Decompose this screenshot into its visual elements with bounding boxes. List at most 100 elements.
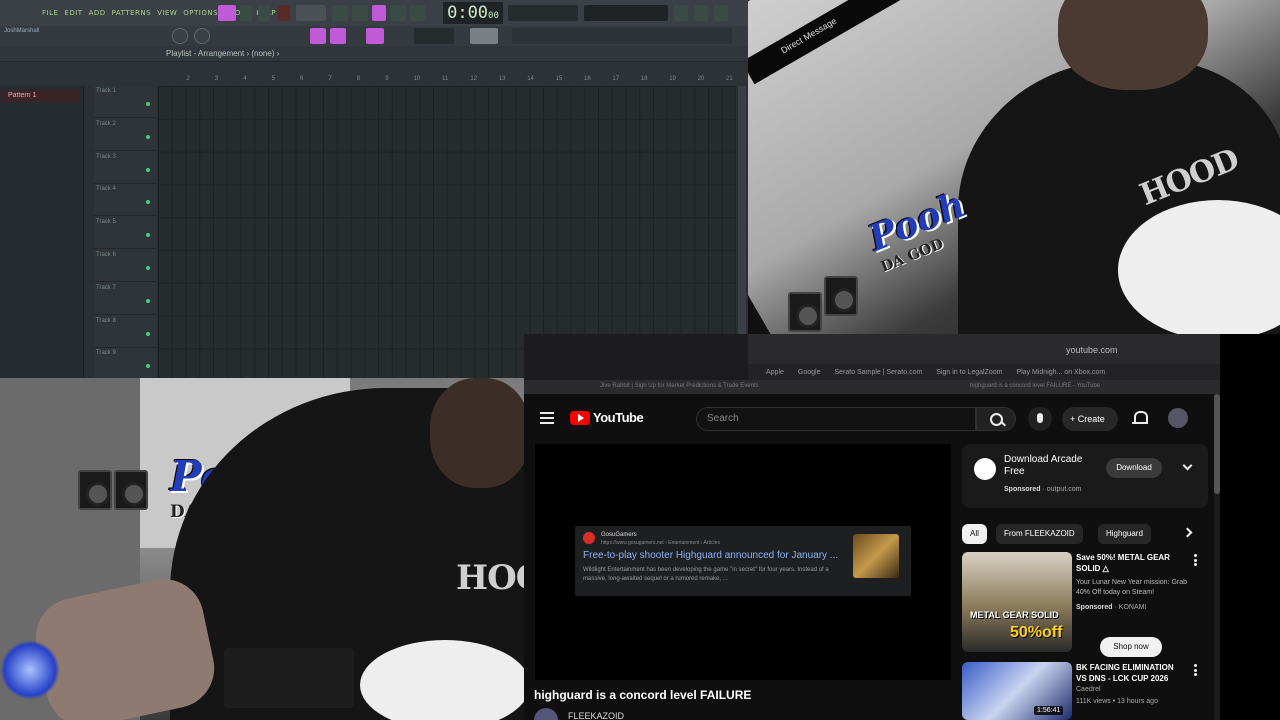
- record-button[interactable]: [278, 5, 290, 21]
- chevron-right-icon[interactable]: [1182, 527, 1193, 538]
- track-row[interactable]: Track 4: [94, 184, 156, 217]
- playlist-title: Playlist - Arrangement › (none) ›: [166, 49, 280, 58]
- search-input[interactable]: Search: [696, 407, 976, 431]
- page-scrollbar[interactable]: [1214, 394, 1220, 494]
- menu-file[interactable]: FILE: [42, 9, 58, 17]
- voice-search-icon[interactable]: [1028, 407, 1052, 431]
- rec-item-ad[interactable]: METAL GEAR SOLID 50%off Save 50%! METAL …: [962, 552, 1208, 657]
- bookmark-google[interactable]: Google: [798, 369, 821, 376]
- tempo-display[interactable]: [296, 5, 326, 21]
- menu-options[interactable]: OPTIONS: [183, 9, 218, 17]
- hamburger-menu-icon[interactable]: [540, 412, 554, 424]
- loop-record-icon[interactable]: [352, 5, 368, 21]
- track-led-icon[interactable]: [146, 102, 150, 106]
- slice-tool-icon[interactable]: [366, 28, 384, 44]
- timeline-ruler[interactable]: 2 3 4 5 6 7 8 9 10 11 12 13 14 15 16 17 18 19 20 21: [0, 62, 748, 86]
- rec-meta: 111K views • 13 hours ago: [1076, 698, 1158, 705]
- bookmark-serato[interactable]: Serato Sample | Serato.com: [834, 369, 922, 376]
- track-led-icon[interactable]: [146, 331, 150, 336]
- track-row[interactable]: Track 9: [94, 348, 156, 378]
- pattern-selector[interactable]: [414, 28, 454, 44]
- step-edit-icon[interactable]: [372, 5, 386, 21]
- track-led-icon[interactable]: [146, 298, 150, 303]
- refresh-icon[interactable]: [674, 5, 688, 21]
- menu-patterns[interactable]: PATTERNS: [112, 9, 151, 17]
- more-options-icon[interactable]: [1194, 554, 1197, 566]
- create-button[interactable]: + Create: [1062, 407, 1118, 431]
- track-row[interactable]: Track 7: [94, 283, 156, 315]
- ruler-number: 18: [640, 76, 648, 82]
- track-row[interactable]: Track 6: [94, 250, 156, 282]
- url-text[interactable]: youtube.com: [1066, 345, 1118, 355]
- track-row[interactable]: Track 3: [94, 152, 156, 184]
- thumb-title: METAL GEAR SOLID: [970, 610, 1059, 620]
- youtube-logo[interactable]: YouTube: [570, 410, 644, 425]
- tab-youtube[interactable]: highguard is a concord level FAILURE - Y…: [970, 383, 1100, 389]
- paint-tool-icon[interactable]: [330, 28, 346, 44]
- tab-jive-rabbit[interactable]: Jive Rabbit | Sign Up for Market Predict…: [600, 383, 759, 389]
- ruler-number: 5: [271, 76, 275, 82]
- pattern-item[interactable]: Pattern 1: [2, 90, 80, 102]
- track-led-icon[interactable]: [146, 364, 150, 369]
- search-icon[interactable]: [976, 407, 1016, 431]
- fl-toolbar: JoshMarshall: [0, 26, 748, 46]
- browser-window: youtube.com Apple Google Serato Sample |…: [524, 334, 1220, 720]
- chevron-down-icon[interactable]: [1182, 460, 1193, 471]
- track-led-icon[interactable]: [146, 266, 150, 270]
- track-row[interactable]: Track 8: [94, 316, 156, 348]
- ruler-number: 12: [470, 76, 478, 82]
- address-bar[interactable]: youtube.com: [748, 334, 1220, 364]
- snap-selector[interactable]: [470, 28, 498, 44]
- plate: [360, 640, 524, 720]
- track-label: Track 2: [96, 120, 116, 127]
- blend-notes-icon[interactable]: [390, 5, 406, 21]
- ruler-number: 2: [186, 76, 190, 82]
- master-volume-knob[interactable]: [172, 28, 188, 44]
- track-row[interactable]: Track 2: [94, 119, 156, 151]
- master-pitch-knob[interactable]: [194, 28, 210, 44]
- track-led-icon[interactable]: [146, 167, 150, 172]
- bookmark-xbox[interactable]: Play Midnigh... on Xbox.com: [1016, 369, 1105, 376]
- user-name: JoshMarshall: [4, 28, 40, 34]
- countdown-icon[interactable]: [410, 5, 426, 21]
- chip-highguard[interactable]: Highguard: [1098, 524, 1151, 544]
- menu-view[interactable]: VIEW: [157, 9, 177, 17]
- rec-item-video[interactable]: 1:56:41 BK FACING ELIMINATION VS DNS - L…: [962, 662, 1208, 720]
- track-led-icon[interactable]: [146, 134, 150, 139]
- bookmark-apple[interactable]: Apple: [766, 369, 784, 376]
- track-led-icon[interactable]: [146, 200, 150, 205]
- rec-title: Save 50%! METAL GEAR SOLID △: [1076, 553, 1170, 573]
- shop-now-button[interactable]: Shop now: [1100, 637, 1162, 657]
- time-value: 0:00: [447, 3, 489, 23]
- time-sub-value: 00: [488, 11, 499, 21]
- window-shortcuts[interactable]: [512, 28, 732, 44]
- download-icon[interactable]: [694, 5, 708, 21]
- track-row[interactable]: Track 1: [94, 86, 156, 118]
- menu-edit[interactable]: EDIT: [64, 9, 82, 17]
- menu-add[interactable]: ADD: [89, 9, 106, 17]
- ruler-number: 3: [214, 76, 219, 82]
- account-avatar[interactable]: [1168, 408, 1188, 428]
- rec-title: BK FACING ELIMINATION VS DNS - LCK CUP 2…: [1076, 663, 1174, 683]
- sponsored-ad[interactable]: Download Arcade Free Sponsored · output.…: [962, 444, 1208, 508]
- notifications-bell-icon[interactable]: [1132, 410, 1148, 426]
- chip-from-channel[interactable]: From FLEEKAZOID: [996, 524, 1083, 544]
- more-options-icon[interactable]: [1194, 664, 1197, 676]
- track-row[interactable]: Track 5: [94, 217, 156, 250]
- stop-button[interactable]: [258, 5, 270, 21]
- metronome-icon[interactable]: [332, 5, 348, 21]
- channel-avatar[interactable]: [534, 708, 558, 720]
- track-led-icon[interactable]: [146, 233, 150, 238]
- bookmark-legalzoom[interactable]: Sign in to LegalZoom: [936, 369, 1002, 376]
- video-player[interactable]: GosuGamers https://www.gosugamers.net › …: [535, 444, 951, 680]
- play-button[interactable]: [240, 5, 252, 21]
- person-head: [430, 378, 524, 488]
- ad-download-button[interactable]: Download: [1106, 458, 1162, 478]
- mic-icon[interactable]: [714, 5, 728, 21]
- rec-thumbnail: METAL GEAR SOLID 50%off: [962, 552, 1072, 652]
- chip-all[interactable]: All: [962, 524, 987, 544]
- ruler-number: 4: [243, 76, 247, 82]
- pattern-song-toggle[interactable]: [218, 5, 236, 21]
- snap-icon[interactable]: [310, 28, 326, 44]
- channel-name[interactable]: FLEEKAZOID: [568, 711, 624, 720]
